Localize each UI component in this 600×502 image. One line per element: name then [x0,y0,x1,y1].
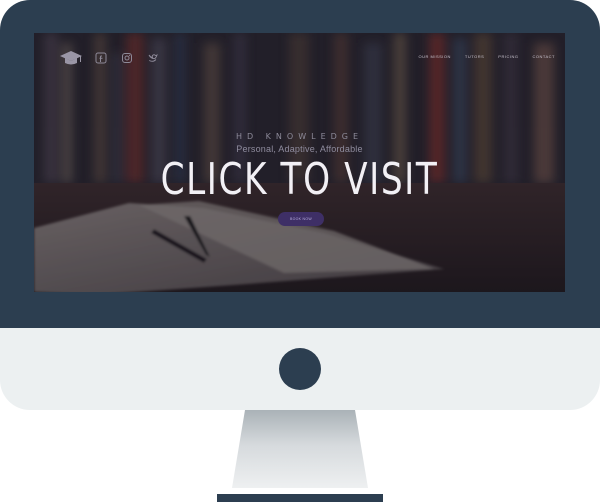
nav-item-tutors[interactable]: Tutors [465,54,484,59]
instagram-icon[interactable] [121,52,133,64]
twitter-icon[interactable] [147,52,159,64]
hero-headline[interactable]: CLICK TO VISIT [92,152,506,208]
hero-brand: HD KNOWLEDGE [235,132,364,141]
nav-item-our-mission[interactable]: Our Mission [419,54,451,59]
monitor-stand [217,410,383,502]
graduation-cap-icon[interactable] [59,48,83,68]
nav-item-pricing[interactable]: Pricing [498,54,518,59]
book-now-button[interactable]: BOOK NOW [278,212,324,226]
facebook-icon[interactable] [95,52,107,64]
monitor: Our Mission Tutors Pricing Contact HD KN… [0,0,600,410]
power-button[interactable] [279,348,321,390]
top-nav: Our Mission Tutors Pricing Contact [419,54,555,59]
nav-item-contact[interactable]: Contact [532,54,555,59]
monitor-bezel: Our Mission Tutors Pricing Contact HD KN… [0,0,600,328]
website-preview[interactable]: Our Mission Tutors Pricing Contact HD KN… [34,33,565,292]
